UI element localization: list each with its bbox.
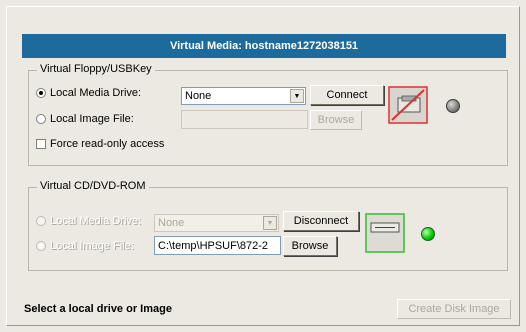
cdrom-local-image-file-radio[interactable]: Local Image File: [36, 240, 134, 252]
floppy-connect-button[interactable]: Connect [310, 85, 384, 105]
radio-unchecked[interactable] [36, 216, 46, 226]
floppy-image-file-input[interactable] [181, 110, 308, 129]
cdrom-status-indicator [421, 227, 435, 241]
floppy-disconnected-icon [388, 86, 428, 124]
status-message: Select a local drive or Image [24, 303, 172, 315]
cdrom-media-drive-select[interactable]: None ▼ [154, 214, 279, 232]
floppy-local-image-file-radio[interactable]: Local Image File: [36, 113, 134, 125]
floppy-group-legend: Virtual Floppy/USBKey [37, 63, 155, 75]
floppy-connect-label: Connect [326, 89, 368, 101]
chevron-down-icon[interactable]: ▼ [290, 89, 304, 103]
cdrom-local-media-drive-label: Local Media Drive: [50, 215, 142, 227]
floppy-media-drive-value: None [185, 90, 212, 102]
dialog-title: Virtual Media: hostname1272038151 [169, 40, 359, 52]
checkbox-box[interactable] [36, 139, 46, 149]
cdrom-disconnect-button[interactable]: Disconnect [283, 211, 359, 231]
dialog-title-bar: Virtual Media: hostname1272038151 [22, 34, 506, 58]
floppy-browse-button[interactable]: Browse [310, 110, 362, 130]
cdrom-disconnect-label: Disconnect [293, 215, 349, 227]
chevron-down-icon[interactable]: ▼ [263, 216, 277, 230]
floppy-local-media-drive-label: Local Media Drive: [50, 87, 142, 99]
cdrom-browse-button[interactable]: Browse [283, 236, 337, 256]
floppy-local-image-file-label: Local Image File: [50, 113, 134, 125]
floppy-media-drive-select[interactable]: None ▼ [181, 87, 306, 105]
cdrom-group-legend: Virtual CD/DVD-ROM [37, 180, 149, 192]
cdrom-media-drive-value: None [158, 217, 185, 229]
radio-checked[interactable] [36, 88, 46, 98]
radio-unchecked[interactable] [36, 114, 46, 124]
force-readonly-label: Force read-only access [50, 138, 165, 150]
cdrom-local-media-drive-radio[interactable]: Local Media Drive: [36, 215, 141, 227]
cdrom-image-file-value: C:\temp\HPSUF\872-2 [158, 239, 269, 252]
create-disk-image-button[interactable]: Create Disk Image [397, 299, 511, 319]
floppy-status-indicator [446, 99, 460, 113]
floppy-browse-label: Browse [317, 114, 355, 126]
cdrom-image-file-input[interactable]: C:\temp\HPSUF\872-2 [154, 236, 281, 255]
cdrom-connected-icon [365, 213, 405, 253]
force-readonly-checkbox[interactable]: Force read-only access [36, 138, 164, 150]
floppy-local-media-drive-radio[interactable]: Local Media Drive: [36, 87, 141, 99]
cdrom-browse-label: Browse [291, 240, 329, 252]
cdrom-local-image-file-label: Local Image File: [50, 240, 134, 252]
create-disk-image-label: Create Disk Image [408, 303, 500, 315]
radio-checked[interactable] [36, 241, 46, 251]
